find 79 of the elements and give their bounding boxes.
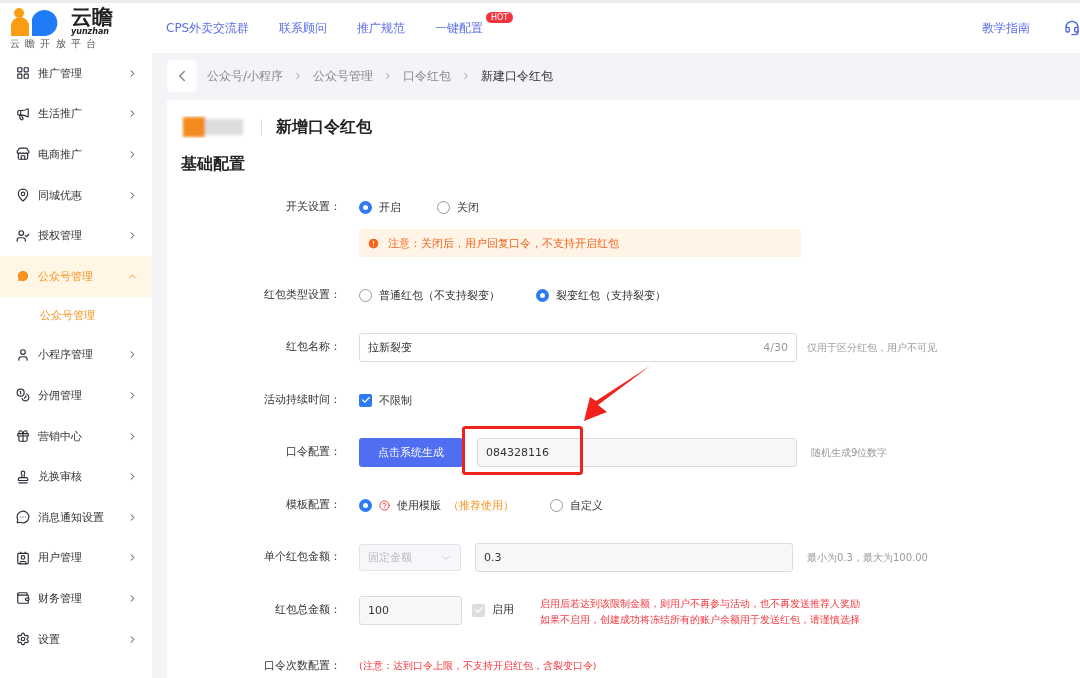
field-label: 口令配置： bbox=[285, 444, 341, 460]
option-label: 使用模版 bbox=[397, 497, 441, 513]
sidebar-item[interactable]: 电商推广 bbox=[0, 134, 152, 175]
menu-icon bbox=[16, 388, 30, 403]
radio-option[interactable]: 关闭 bbox=[437, 199, 479, 215]
logo-tagline: 云 瞻 开 放 平 台 bbox=[10, 36, 98, 51]
radio-icon bbox=[550, 498, 563, 512]
menu-icon bbox=[16, 510, 30, 525]
name-input[interactable]: 拉新裂变 4/30 bbox=[359, 333, 797, 362]
radio-icon bbox=[359, 200, 372, 214]
guide-link[interactable]: 教学指南 bbox=[982, 19, 1030, 37]
field-label: 红包总金额： bbox=[274, 602, 341, 618]
nav-link[interactable]: 推广规范 bbox=[357, 19, 406, 37]
support-icon[interactable] bbox=[1064, 20, 1080, 36]
recommend-note: （推荐使用） bbox=[448, 497, 514, 513]
field-label: 单个红包金额： bbox=[263, 549, 341, 565]
sidebar-item[interactable]: 财务管理 bbox=[0, 578, 152, 619]
radio-option[interactable]: 自定义 bbox=[550, 497, 603, 513]
field-label: 红包名称： bbox=[285, 339, 341, 355]
radio-option[interactable]: 裂变红包（支持裂变） bbox=[536, 287, 666, 303]
menu-icon bbox=[16, 550, 30, 565]
arrow-drawing bbox=[584, 366, 650, 421]
section-title: 基础配置 bbox=[181, 154, 246, 175]
warning-notice: 注意：关闭后，用户回复口令，不支持开启红包 bbox=[359, 229, 801, 257]
sidebar-item[interactable]: 营销中心 bbox=[0, 415, 152, 457]
sidebar-item[interactable]: 生活推广 bbox=[0, 93, 152, 135]
sidebar-item[interactable]: 消息通知设置 bbox=[0, 496, 152, 538]
warning-text: (注意：达到口令上限，不支持开启红包，含裂变口令) bbox=[359, 659, 597, 673]
amount-input[interactable]: 0.3 bbox=[475, 543, 793, 572]
field-label: 红包类型设置： bbox=[263, 287, 341, 303]
sidebar-item[interactable]: 分佣管理 bbox=[0, 375, 152, 416]
sidebar-item[interactable]: 兑换审核 bbox=[0, 456, 152, 497]
code-input[interactable]: 084328116 bbox=[477, 438, 797, 467]
sidebar-item[interactable]: 授权管理 bbox=[0, 215, 152, 256]
menu-icon bbox=[16, 228, 30, 243]
radio-option[interactable]: 使用模版 （推荐使用） bbox=[359, 497, 514, 513]
field-label: 活动持续时间： bbox=[263, 392, 341, 408]
logo-name: 云瞻 bbox=[71, 5, 113, 28]
warning-text: 如果不启用，创建成功将冻结所有的账户余额用于发送红包，请谨慎选择 bbox=[540, 613, 860, 627]
menu-icon bbox=[16, 632, 30, 646]
menu-icon bbox=[16, 188, 30, 203]
hint-text: 最小为0.3，最大为100.00 bbox=[807, 550, 928, 565]
alert-icon bbox=[367, 236, 380, 250]
menu-icon bbox=[16, 469, 30, 484]
menu-icon bbox=[16, 106, 30, 121]
option-label: 自定义 bbox=[570, 497, 603, 513]
menu-icon bbox=[16, 147, 30, 162]
breadcrumb-item: 新建口令红包 bbox=[481, 67, 554, 85]
nav-link[interactable]: 联系顾问 bbox=[279, 19, 328, 37]
logo-latin: yunzhan bbox=[71, 27, 110, 36]
sidebar-item[interactable]: 小程序管理 bbox=[0, 334, 152, 376]
warning-text: 启用后若达到该限制金额，则用户不再参与活动，也不再发送推荐人奖励 bbox=[540, 597, 860, 611]
radio-option[interactable]: 普通红包（不支持裂变） bbox=[359, 287, 500, 303]
radio-icon bbox=[359, 498, 372, 512]
menu-icon bbox=[16, 66, 30, 81]
menu-icon bbox=[16, 269, 30, 284]
nav-link[interactable]: CPS外卖交流群 bbox=[166, 19, 250, 37]
radio-icon bbox=[536, 288, 549, 302]
generate-button[interactable]: 点击系统生成 bbox=[359, 438, 463, 467]
sidebar-item[interactable]: 同城优惠 bbox=[0, 174, 152, 216]
hint-text: 仅用于区分红包，用户不可见 bbox=[807, 340, 937, 355]
sidebar-item[interactable]: 设置 bbox=[0, 618, 152, 660]
menu-icon bbox=[16, 347, 30, 362]
menu-icon bbox=[16, 429, 30, 444]
hot-badge: HOT bbox=[486, 11, 514, 23]
field-label: 开关设置： bbox=[285, 199, 341, 215]
menu-icon bbox=[16, 591, 30, 606]
field-label: 口令次数配置： bbox=[263, 658, 341, 674]
hint-text: 随机生成9位数字 bbox=[811, 445, 888, 460]
checkbox-option[interactable]: 不限制 bbox=[359, 392, 412, 408]
radio-icon bbox=[437, 200, 450, 214]
radio-option[interactable]: 开启 bbox=[359, 199, 401, 215]
sidebar-item[interactable]: 用户管理 bbox=[0, 537, 152, 579]
field-label: 模板配置： bbox=[285, 497, 341, 513]
sidebar-item[interactable]: 推广管理 bbox=[0, 53, 152, 94]
help-icon bbox=[379, 499, 390, 511]
char-counter: 4/30 bbox=[763, 341, 788, 354]
radio-icon bbox=[359, 288, 372, 302]
page-title: 新增口令红包 bbox=[276, 116, 372, 138]
